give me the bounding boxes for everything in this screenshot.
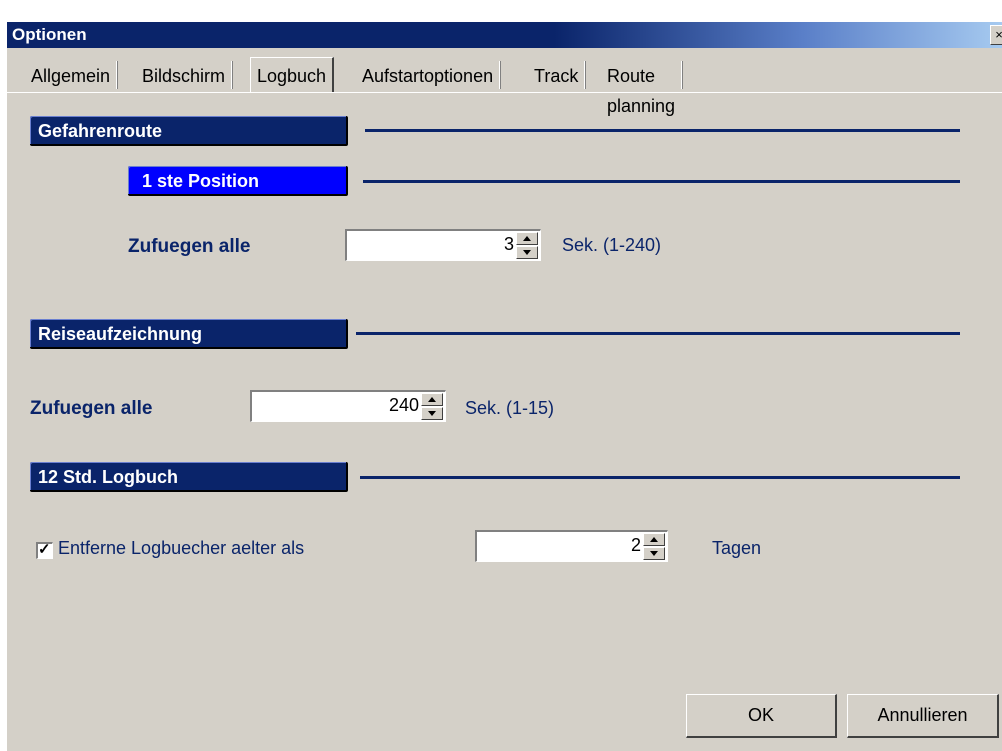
sub-header-first-position: 1 ste Position <box>128 166 348 196</box>
unit-label-seconds-1: Sek. (1-240) <box>562 235 662 255</box>
tab-bildschirm[interactable]: Bildschirm <box>136 61 233 89</box>
spinner-value: 3 <box>503 234 514 254</box>
spinner-value: 240 <box>388 395 419 415</box>
spin-down-button[interactable] <box>421 407 443 420</box>
delete-old-logbooks-label[interactable]: Entferne Logbuecher aelter als <box>58 538 304 559</box>
spin-up-button[interactable] <box>643 533 665 546</box>
field-label-zufuegen-1: Zufuegen alle <box>128 236 251 257</box>
spin-down-button[interactable] <box>516 246 538 259</box>
arrow-down-icon <box>523 250 531 255</box>
tab-track[interactable]: Track <box>528 61 586 89</box>
section-divider-12h-logbook <box>360 476 960 479</box>
cancel-button[interactable]: Annullieren <box>847 694 999 738</box>
tab-allgemein[interactable]: Allgemein <box>25 61 118 89</box>
logbook-age-spinner[interactable]: 2 <box>475 530 668 562</box>
arrow-up-icon <box>523 236 531 241</box>
spinner-value: 2 <box>630 535 641 555</box>
title-bar[interactable]: Optionen × <box>7 22 1002 48</box>
arrow-down-icon <box>650 551 658 556</box>
section-header-reiseaufzeichnung: Reiseaufzeichnung <box>30 319 348 349</box>
ok-button[interactable]: OK <box>686 694 837 738</box>
tab-aufstartoptionen[interactable]: Aufstartoptionen <box>356 61 501 89</box>
spin-up-button[interactable] <box>516 232 538 245</box>
field-label-zufuegen-2: Zufuegen alle <box>30 398 153 419</box>
unit-label-days: Tagen <box>712 538 762 558</box>
options-dialog: Optionen × Allgemein Bildschirm Logbuch … <box>0 0 1002 751</box>
position-interval-spinner[interactable]: 3 <box>345 229 541 261</box>
spin-up-button[interactable] <box>421 393 443 406</box>
spinner-buttons <box>421 393 443 421</box>
tab-route-planning[interactable]: Route planning <box>601 61 683 116</box>
unit-label-seconds-2: Sek. (1-15) <box>465 398 555 418</box>
arrow-up-icon <box>650 537 658 542</box>
section-header-gefahrenroute: Gefahrenroute <box>30 116 348 146</box>
checkmark-icon: ✓ <box>38 541 51 558</box>
section-divider-reiseaufzeichnung <box>356 332 960 335</box>
tab-logbuch[interactable]: Logbuch <box>250 57 335 92</box>
arrow-up-icon <box>428 397 436 402</box>
tab-divider <box>7 92 1002 93</box>
travel-record-interval-spinner[interactable]: 240 <box>250 390 446 422</box>
window-title: Optionen <box>12 25 87 44</box>
section-divider-gefahrenroute <box>365 129 960 132</box>
close-icon[interactable]: × <box>990 25 1002 45</box>
spin-down-button[interactable] <box>643 547 665 560</box>
spinner-buttons <box>643 533 665 561</box>
spinner-buttons <box>516 232 538 260</box>
sub-divider-first-position <box>363 180 960 183</box>
delete-old-logbooks-checkbox[interactable]: ✓ <box>36 541 53 559</box>
section-header-12h-logbook: 12 Std. Logbuch <box>30 462 348 492</box>
arrow-down-icon <box>428 411 436 416</box>
